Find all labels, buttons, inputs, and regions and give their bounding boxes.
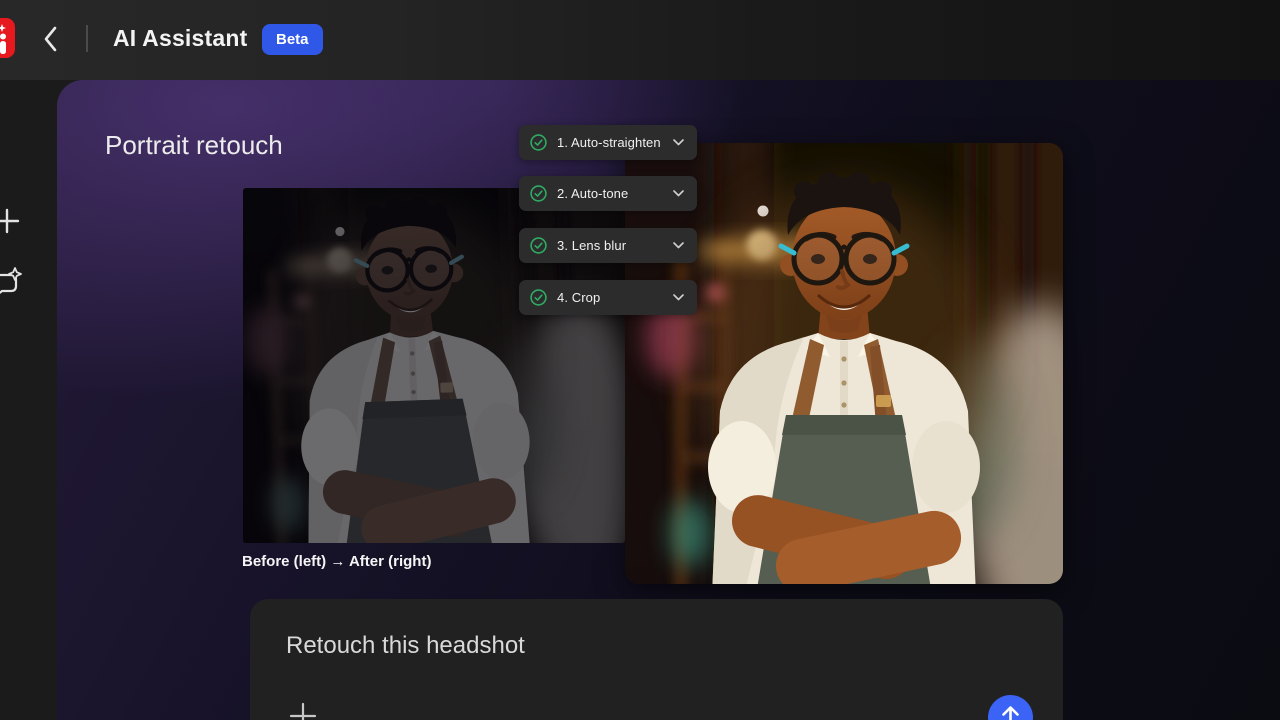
beta-badge: Beta bbox=[262, 24, 323, 55]
section-heading: Portrait retouch bbox=[105, 130, 283, 161]
logo-glyph bbox=[0, 23, 11, 55]
topbar: AI Assistant Beta bbox=[0, 0, 1280, 80]
step-crop[interactable]: 4. Crop bbox=[519, 280, 697, 315]
check-circle-icon bbox=[530, 237, 547, 254]
app-window: AI Assistant Beta Portrait retouch bbox=[0, 0, 1280, 720]
check-circle-icon bbox=[530, 134, 547, 151]
prompt-card[interactable]: Retouch this headshot bbox=[250, 599, 1063, 720]
topbar-divider bbox=[86, 25, 88, 52]
back-button[interactable] bbox=[36, 24, 64, 56]
app-logo-icon[interactable] bbox=[0, 18, 15, 58]
step-auto-straighten[interactable]: 1. Auto-straighten bbox=[519, 125, 697, 160]
step-lens-blur[interactable]: 3. Lens blur bbox=[519, 228, 697, 263]
attach-button[interactable] bbox=[288, 701, 318, 720]
step-label: 4. Crop bbox=[557, 290, 663, 305]
arrow-up-icon bbox=[1001, 705, 1020, 720]
step-label: 2. Auto-tone bbox=[557, 186, 663, 201]
ai-sparkle-chat-icon bbox=[0, 266, 24, 304]
send-button[interactable] bbox=[988, 695, 1033, 720]
page-title: AI Assistant bbox=[113, 25, 247, 52]
chevron-down-icon bbox=[673, 190, 684, 197]
chevron-down-icon bbox=[673, 139, 684, 146]
plus-icon bbox=[288, 701, 318, 720]
prompt-text: Retouch this headshot bbox=[286, 632, 525, 660]
chevron-down-icon bbox=[673, 294, 684, 301]
chevron-down-icon bbox=[673, 242, 684, 249]
chevron-left-icon bbox=[42, 25, 58, 53]
check-circle-icon bbox=[530, 289, 547, 306]
ai-assistant-nav-button[interactable] bbox=[0, 266, 24, 307]
step-auto-tone[interactable]: 2. Auto-tone bbox=[519, 176, 697, 211]
plus-icon bbox=[0, 206, 22, 236]
check-circle-icon bbox=[530, 185, 547, 202]
step-label: 1. Auto-straighten bbox=[557, 135, 663, 150]
left-rail bbox=[0, 80, 57, 720]
before-after-caption: Before (left) → After (right) bbox=[242, 553, 431, 570]
add-button[interactable] bbox=[0, 206, 22, 239]
step-label: 3. Lens blur bbox=[557, 238, 663, 253]
